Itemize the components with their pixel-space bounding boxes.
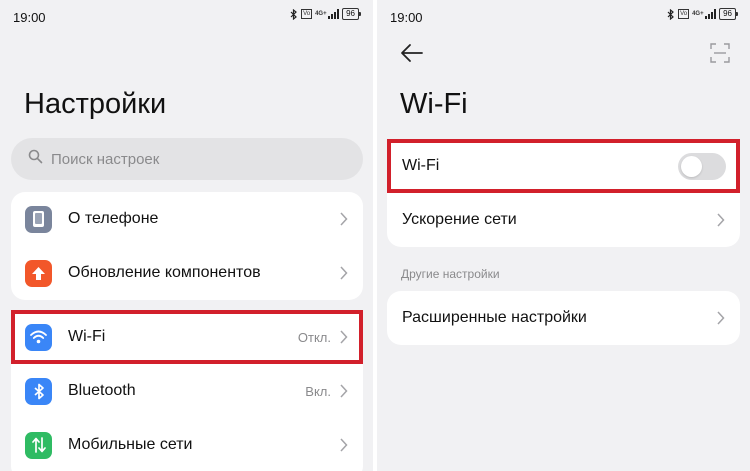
chevron-right-icon — [340, 384, 348, 398]
settings-item-bluetooth[interactable]: Bluetooth Вкл. — [11, 364, 363, 418]
battery-level: 96 — [719, 8, 736, 20]
volte-badge: Vo — [678, 9, 690, 19]
battery-icon: 96 — [719, 8, 738, 20]
chevron-right-icon — [340, 266, 348, 280]
signal-strength-icon — [328, 9, 340, 19]
status-bar: 19:00 Vo 4G+ 96 — [0, 0, 373, 34]
battery-icon: 96 — [342, 8, 361, 20]
settings-item-label: О телефоне — [68, 210, 159, 227]
phone-icon — [25, 205, 52, 233]
advanced-settings-item[interactable]: Расширенные настройки — [387, 291, 740, 345]
signal-strength-icon — [705, 9, 717, 19]
advanced-settings-label: Расширенные настройки — [402, 309, 587, 326]
wifi-highlight-box — [11, 310, 363, 364]
bluetooth-status-icon — [667, 8, 675, 20]
network-boost-item[interactable]: Ускорение сети — [387, 193, 740, 247]
search-icon — [28, 149, 43, 169]
scan-icon[interactable] — [710, 43, 730, 68]
network-boost-label: Ускорение сети — [402, 211, 517, 228]
battery-level: 96 — [342, 8, 359, 20]
status-time: 19:00 — [13, 10, 46, 25]
other-settings-group: Расширенные настройки — [387, 291, 740, 345]
status-bar: 19:00 Vo 4G+ 96 — [377, 0, 750, 34]
settings-item-about-phone[interactable]: О телефоне — [11, 192, 363, 246]
settings-item-label: Мобильные сети — [68, 436, 193, 453]
page-title: Wi-Fi — [400, 88, 468, 120]
status-time: 19:00 — [390, 10, 423, 25]
search-input[interactable] — [51, 150, 331, 168]
network-type-label: 4G+ — [315, 11, 327, 17]
network-type-label: 4G+ — [692, 11, 704, 17]
arrow-up-icon — [25, 259, 52, 287]
chevron-right-icon — [340, 438, 348, 452]
bluetooth-status-icon — [290, 8, 298, 20]
chevron-right-icon — [340, 212, 348, 226]
chevron-right-icon — [717, 213, 725, 227]
settings-item-component-updates[interactable]: Обновление компонентов — [11, 246, 363, 300]
status-icons: Vo 4G+ 96 — [667, 8, 738, 20]
search-bar[interactable] — [11, 138, 363, 180]
section-header-other-settings: Другие настройки — [401, 267, 500, 281]
settings-item-label: Bluetooth — [68, 382, 136, 399]
page-title: Настройки — [24, 88, 167, 120]
settings-item-label: Обновление компонентов — [68, 264, 261, 281]
bluetooth-icon — [25, 377, 52, 405]
wifi-toggle-highlight-box — [387, 139, 740, 193]
wifi-screen: 19:00 Vo 4G+ 96 Wi-Fi Wi-Fi Ускорение се… — [377, 0, 750, 471]
bluetooth-status-value: Вкл. — [305, 383, 331, 399]
status-icons: Vo 4G+ 96 — [290, 8, 361, 20]
settings-screen: 19:00 Vo 4G+ 96 Настройки Поиск настроек… — [0, 0, 373, 471]
mobile-network-icon — [25, 431, 52, 459]
settings-item-mobile-networks[interactable]: Мобильные сети — [11, 418, 363, 471]
back-arrow-icon[interactable] — [400, 42, 424, 69]
volte-badge: Vo — [301, 9, 313, 19]
settings-group-device: О телефоне Обновление компонентов — [11, 192, 363, 300]
chevron-right-icon — [717, 311, 725, 325]
